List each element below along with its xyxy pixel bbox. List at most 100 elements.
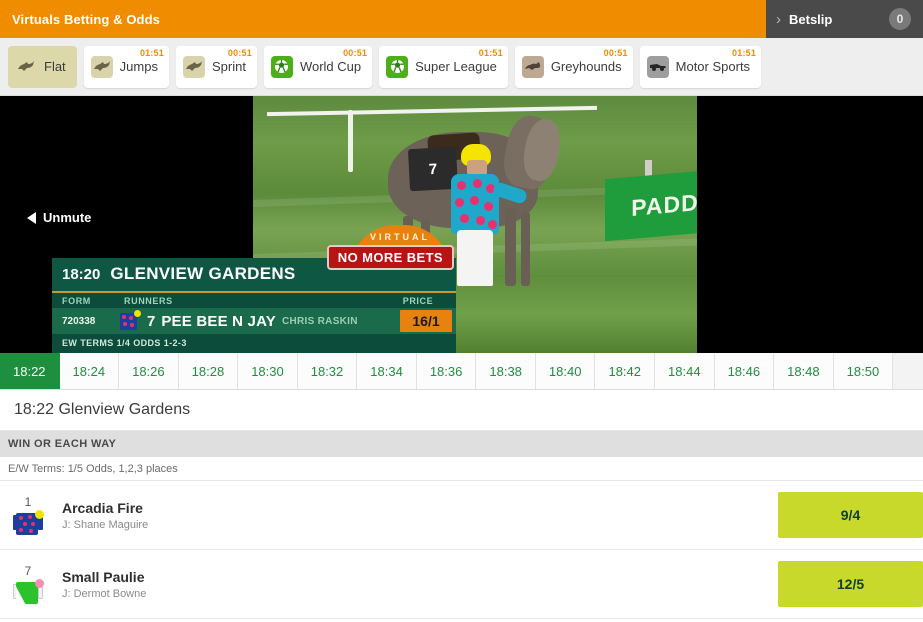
tab-motor-sports[interactable]: Motor Sports 01:51 xyxy=(639,45,762,88)
runner-name: Small Paulie xyxy=(62,568,145,585)
silk-icon xyxy=(13,509,44,536)
cap-icon xyxy=(35,578,44,588)
overlay-runner-row: 720338 7 PEE BEE N JAY CHRIS RASKIN 16/1 xyxy=(52,308,456,334)
time-slot[interactable]: 18:32 xyxy=(297,353,358,389)
greyhound-icon xyxy=(521,55,544,78)
column-price: PRICE xyxy=(402,296,434,306)
unmute-button[interactable]: Unmute xyxy=(27,210,91,225)
time-slot[interactable]: 18:44 xyxy=(655,353,715,389)
jockey-breeches xyxy=(457,230,493,286)
runner-info: Arcadia Fire J: Shane Maguire xyxy=(48,500,778,531)
tab-timer: 00:51 xyxy=(603,47,628,58)
time-slot[interactable]: 18:34 xyxy=(357,353,417,389)
speaker-icon xyxy=(27,211,36,224)
runner-info: Small Paulie J: Dermot Bowne xyxy=(48,569,778,600)
runner-silk-column: 1 xyxy=(8,495,48,536)
tab-flat[interactable]: Flat xyxy=(8,45,77,88)
football-icon xyxy=(270,55,293,78)
time-slot[interactable]: 18:38 xyxy=(476,353,536,389)
betslip-count-badge: 0 xyxy=(889,8,911,30)
tab-label: Motor Sports xyxy=(675,59,751,74)
time-slot[interactable]: 18:26 xyxy=(119,353,179,389)
tab-label: Super League xyxy=(415,59,497,74)
cap-icon xyxy=(35,509,44,519)
tab-jumps[interactable]: Jumps 01:51 xyxy=(83,45,169,88)
ew-terms-text: E/W Terms: 1/5 Odds, 1,2,3 places xyxy=(0,457,923,481)
virtual-label: VIRTUAL xyxy=(370,232,430,242)
betslip-panel[interactable]: › Betslip 0 xyxy=(766,0,923,38)
unmute-label: Unmute xyxy=(43,210,92,225)
race-time-slots: 18:22 18:24 18:26 18:28 18:30 18:32 18:3… xyxy=(0,353,923,390)
tab-timer: 00:51 xyxy=(227,47,252,58)
time-slot[interactable]: 18:36 xyxy=(416,353,477,389)
video-race-overlay: VIRTUAL NO MORE BETS 18:20 GLENVIEW GARD… xyxy=(52,225,456,353)
tab-timer: 01:51 xyxy=(478,47,503,58)
tab-timer: 00:51 xyxy=(343,47,368,58)
silk-icon xyxy=(120,309,141,330)
runner-jockey: J: Dermot Bowne xyxy=(62,587,147,600)
runner-row: 7 Small Paulie J: Dermot Bowne 12/5 xyxy=(0,550,923,619)
horse-icon xyxy=(90,55,113,78)
silk-icon xyxy=(13,578,44,605)
overlay-runner-jockey: CHRIS RASKIN xyxy=(281,315,358,327)
time-slot[interactable]: 18:46 xyxy=(714,353,775,389)
app-header: Virtuals Betting & Odds › Betslip 0 xyxy=(0,0,923,38)
track-rail-post xyxy=(348,110,353,172)
tab-label: Jumps xyxy=(119,59,158,74)
horse-leg xyxy=(505,208,516,286)
runner-silk-column: 7 xyxy=(8,564,48,605)
race-title: 18:22 Glenview Gardens xyxy=(0,390,923,431)
racecar-icon xyxy=(646,55,669,78)
overlay-runner-number: 7 xyxy=(147,312,156,330)
odds-button[interactable]: 12/5 xyxy=(778,561,923,607)
horse-leg xyxy=(521,212,530,286)
time-slot[interactable]: 18:28 xyxy=(178,353,239,389)
time-slots-filler xyxy=(893,353,923,389)
tab-label: Flat xyxy=(44,59,66,74)
tab-super-league[interactable]: Super League 01:51 xyxy=(379,45,508,88)
paddock-sign: PADD xyxy=(605,168,697,242)
odds-button[interactable]: 9/4 xyxy=(778,492,923,538)
runner-number: 7 xyxy=(24,563,32,578)
chevron-right-icon: › xyxy=(776,10,781,28)
runner-row: 1 Arcadia Fire J: Shane Maguire 9/4 xyxy=(0,481,923,550)
market-header: WIN OR EACH WAY xyxy=(0,431,923,457)
runner-name: Arcadia Fire xyxy=(62,499,143,516)
tab-label: Greyhounds xyxy=(550,59,622,74)
cap-icon xyxy=(134,309,141,317)
overlay-runner-form: 720338 xyxy=(62,315,96,327)
time-slot[interactable]: 18:48 xyxy=(774,353,834,389)
tab-timer: 01:51 xyxy=(139,47,164,58)
overlay-runner-name: PEE BEE N JAY xyxy=(161,312,276,330)
tab-world-cup[interactable]: World Cup 00:51 xyxy=(263,45,373,88)
jockey-silks xyxy=(451,174,499,234)
time-slot[interactable]: 18:30 xyxy=(238,353,298,389)
column-runners: RUNNERS xyxy=(124,296,173,306)
track-rail xyxy=(266,105,598,117)
column-form: FORM xyxy=(62,296,91,306)
overlay-race-time: 18:20 xyxy=(62,266,101,283)
betslip-label: Betslip xyxy=(789,11,833,27)
time-slot[interactable]: 18:22 xyxy=(0,353,60,389)
overlay-table-header: FORM RUNNERS PRICE xyxy=(52,293,456,308)
tab-label: World Cup xyxy=(299,59,362,74)
status-badge: NO MORE BETS xyxy=(326,245,454,270)
sports-tab-bar: Flat Jumps 01:51 Sprint 00:51 World Cup … xyxy=(0,38,923,96)
tab-sprint[interactable]: Sprint 00:51 xyxy=(175,45,257,88)
tab-label: Sprint xyxy=(211,59,246,74)
time-slot[interactable]: 18:50 xyxy=(833,353,894,389)
time-slot[interactable]: 18:24 xyxy=(59,353,120,389)
video-player[interactable]: Unmute PADD 7 VIRTUAL NO MORE BETS 18:20… xyxy=(0,96,923,353)
overlay-race-name: GLENVIEW GARDENS xyxy=(110,264,296,283)
horse-icon xyxy=(15,56,37,78)
football-icon xyxy=(386,55,409,78)
runner-jockey: J: Shane Maguire xyxy=(62,518,149,531)
overlay-runner-table: FORM RUNNERS PRICE 720338 7 PEE BEE N JA… xyxy=(52,293,456,353)
time-slot[interactable]: 18:42 xyxy=(595,353,656,389)
page-title: Virtuals Betting & Odds xyxy=(0,0,766,38)
overlay-runner-price: 16/1 xyxy=(400,310,452,332)
time-slot[interactable]: 18:40 xyxy=(535,353,596,389)
tab-greyhounds[interactable]: Greyhounds 00:51 xyxy=(514,45,633,88)
runner-number: 1 xyxy=(24,494,32,509)
horse-icon xyxy=(182,55,205,78)
